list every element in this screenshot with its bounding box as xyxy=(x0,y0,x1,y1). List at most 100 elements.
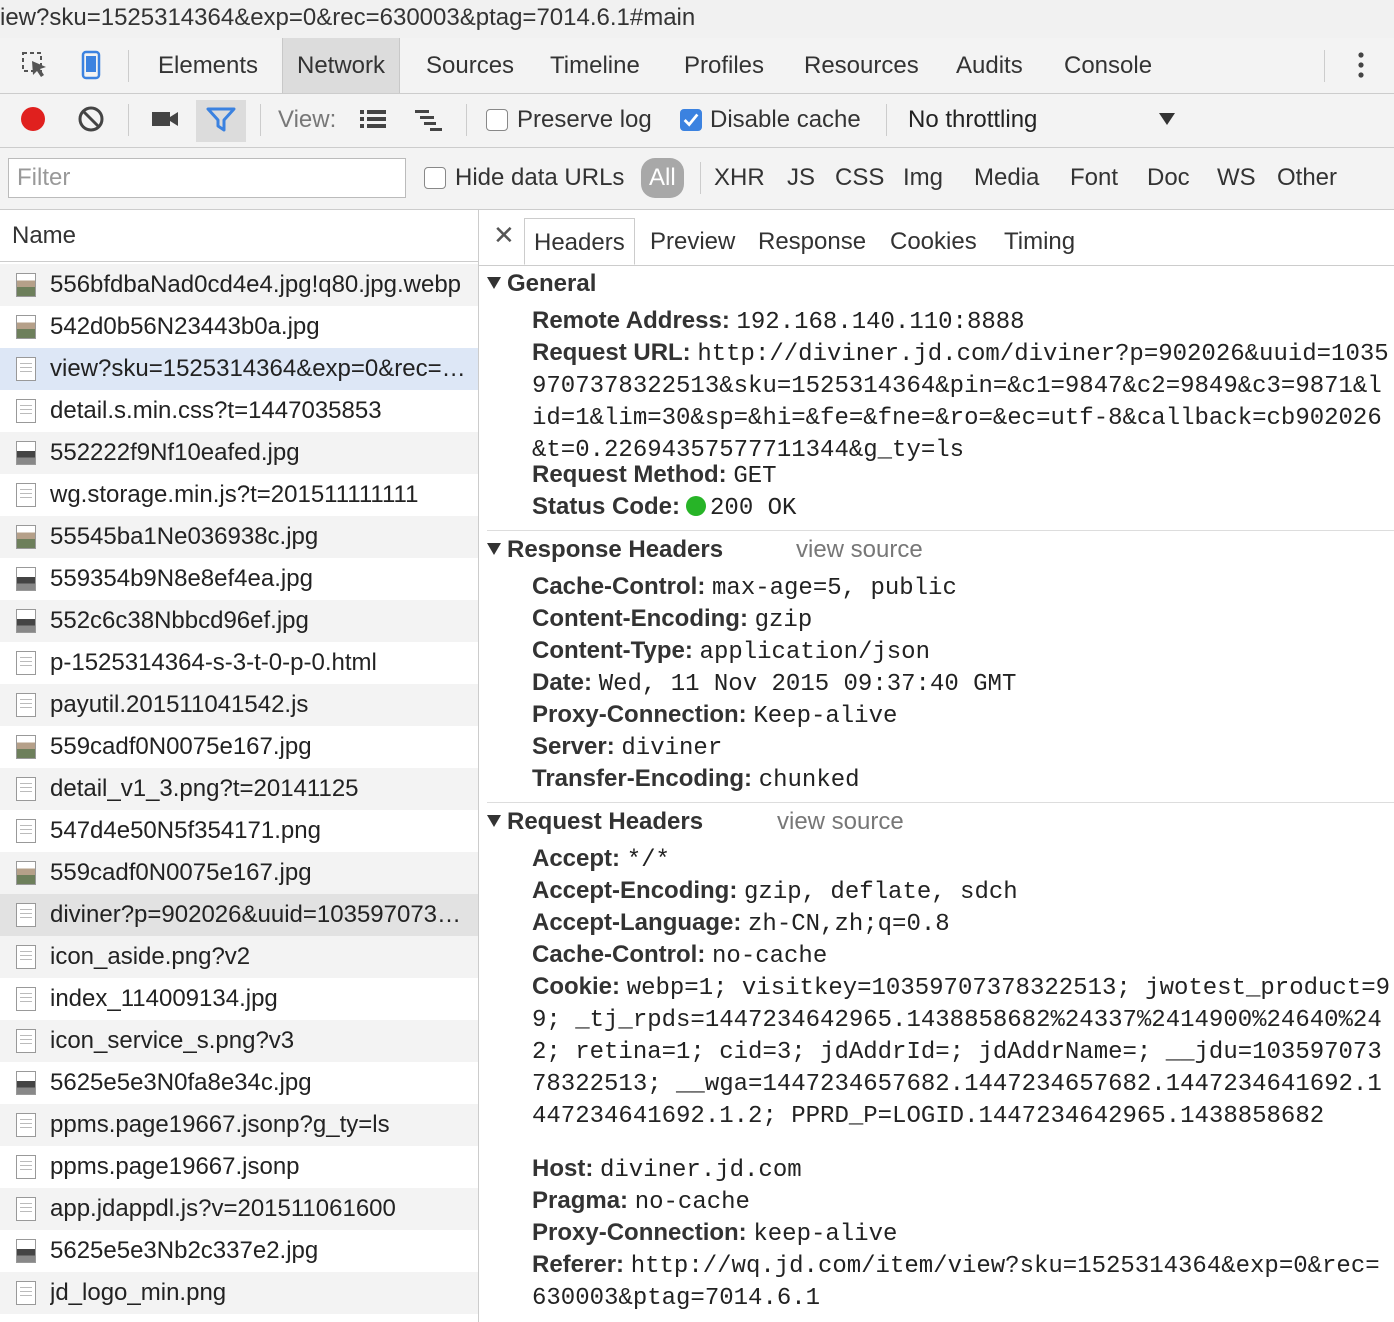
request-row[interactable]: 5625e5e3N0fa8e34c.jpg xyxy=(0,1062,478,1104)
large-rows-icon[interactable] xyxy=(358,104,388,134)
filter-type-other[interactable]: Other xyxy=(1277,148,1337,208)
capture-screenshots-icon[interactable] xyxy=(150,104,180,134)
request-name: 559cadf0N0075e167.jpg xyxy=(50,733,312,760)
image-file-icon xyxy=(16,1071,36,1095)
request-name: 542d0b56N23443b0a.jpg xyxy=(50,313,320,340)
request-name: 5625e5e3Nb2c337e2.jpg xyxy=(50,1237,319,1264)
request-row[interactable]: 552222f9Nf10eafed.jpg xyxy=(0,432,478,474)
throttling-select[interactable]: No throttling xyxy=(908,94,1037,146)
dropdown-arrow-icon[interactable] xyxy=(1158,112,1176,126)
request-row[interactable]: wg.storage.min.js?t=201511111111 xyxy=(0,474,478,516)
document-file-icon xyxy=(16,1197,36,1221)
header-key: Accept-Encoding: xyxy=(532,877,738,904)
record-icon[interactable] xyxy=(18,104,48,134)
request-name: 556bfdbaNad0cd4e4.jpg!q80.jpg.webp xyxy=(50,271,462,298)
filter-type-media[interactable]: Media xyxy=(974,148,1039,208)
inspect-element-icon[interactable] xyxy=(20,50,50,80)
disable-cache-checkbox[interactable] xyxy=(680,109,702,131)
request-row[interactable]: 55545ba1Ne036938c.jpg xyxy=(0,516,478,558)
request-row[interactable]: ppms.page19667.jsonp xyxy=(0,1146,478,1188)
request-row[interactable]: 547d4e50N5f354171.png xyxy=(0,810,478,852)
tab-timeline[interactable]: Timeline xyxy=(550,38,640,93)
response-view-source-link[interactable]: view source xyxy=(796,536,923,564)
request-row[interactable]: 559cadf0N0075e167.jpg xyxy=(0,726,478,768)
filter-type-img[interactable]: Img xyxy=(903,148,943,208)
filter-type-font[interactable]: Font xyxy=(1070,148,1118,208)
clear-icon[interactable] xyxy=(76,104,106,134)
request-row[interactable]: index_114009134.jpg xyxy=(0,978,478,1020)
device-mode-icon[interactable] xyxy=(76,50,106,80)
image-file-icon xyxy=(16,315,36,339)
header-value: 192.168.140.110:8888 xyxy=(736,309,1025,336)
request-row[interactable]: payutil.201511041542.js xyxy=(0,684,478,726)
request-row[interactable]: detail_v1_3.png?t=20141125 xyxy=(0,768,478,810)
header-value: 200 OK xyxy=(710,495,797,522)
request-name: 559cadf0N0075e167.jpg xyxy=(50,859,312,886)
request-row[interactable]: 559cadf0N0075e167.jpg xyxy=(0,852,478,894)
document-file-icon xyxy=(16,1281,36,1305)
request-row[interactable]: icon_service_s.png?v3 xyxy=(0,1020,478,1062)
request-view-source-link[interactable]: view source xyxy=(777,808,904,836)
request-row[interactable]: jd_logo_min.png xyxy=(0,1272,478,1314)
request-method-row: Request Method: GET xyxy=(532,460,1392,492)
tab-elements[interactable]: Elements xyxy=(158,38,258,93)
request-name: diviner?p=902026&uuid=10359707378322513 xyxy=(50,901,470,928)
request-row[interactable]: detail.s.min.css?t=1447035853 xyxy=(0,390,478,432)
general-section-toggle[interactable]: General xyxy=(487,270,596,298)
tab-audits[interactable]: Audits xyxy=(956,38,1023,93)
tab-cookies[interactable]: Cookies xyxy=(890,218,977,265)
more-options-icon[interactable] xyxy=(1346,50,1376,80)
section-divider xyxy=(487,530,1394,531)
filter-funnel-icon[interactable] xyxy=(206,104,236,134)
request-row[interactable]: 556bfdbaNad0cd4e4.jpg!q80.jpg.webp xyxy=(0,264,478,306)
header-row: Cache-Control: max-age=5, public xyxy=(532,572,1392,604)
request-name: view?sku=1525314364&exp=0&rec=630003 xyxy=(50,355,470,382)
document-file-icon xyxy=(16,1029,36,1053)
filter-type-doc[interactable]: Doc xyxy=(1147,148,1190,208)
tab-headers[interactable]: Headers xyxy=(524,218,635,265)
tab-response[interactable]: Response xyxy=(758,218,866,265)
header-key: Host: xyxy=(532,1155,594,1182)
image-file-icon xyxy=(16,735,36,759)
response-headers-section-toggle[interactable]: Response Headers xyxy=(487,536,723,564)
request-row[interactable]: 542d0b56N23443b0a.jpg xyxy=(0,306,478,348)
name-column-header[interactable]: Name xyxy=(0,210,478,262)
filter-type-xhr[interactable]: XHR xyxy=(714,148,765,208)
header-row: Date: Wed, 11 Nov 2015 09:37:40 GMT xyxy=(532,668,1392,700)
tab-profiles[interactable]: Profiles xyxy=(684,38,764,93)
request-row[interactable]: 552c6c38Nbbcd96ef.jpg xyxy=(0,600,478,642)
image-file-icon xyxy=(16,861,36,885)
request-headers-section-toggle[interactable]: Request Headers xyxy=(487,808,703,836)
tab-timing[interactable]: Timing xyxy=(1004,218,1075,265)
disable-cache-label[interactable]: Disable cache xyxy=(710,94,861,146)
request-name: detail.s.min.css?t=1447035853 xyxy=(50,397,382,424)
tab-sources[interactable]: Sources xyxy=(426,38,514,93)
preserve-log-label[interactable]: Preserve log xyxy=(517,94,652,146)
divider xyxy=(128,50,129,82)
response-headers-title: Response Headers xyxy=(507,536,724,563)
filter-input[interactable] xyxy=(8,158,406,198)
request-row[interactable]: ppms.page19667.jsonp?g_ty=ls xyxy=(0,1104,478,1146)
hide-data-urls-label[interactable]: Hide data URLs xyxy=(455,148,624,208)
request-row[interactable]: icon_aside.png?v2 xyxy=(0,936,478,978)
tab-resources[interactable]: Resources xyxy=(804,38,919,93)
filter-type-all[interactable]: All xyxy=(641,158,684,198)
hide-data-urls-checkbox[interactable] xyxy=(424,167,446,189)
filter-type-css[interactable]: CSS xyxy=(835,148,884,208)
filter-type-ws[interactable]: WS xyxy=(1217,148,1256,208)
filter-type-js[interactable]: JS xyxy=(787,148,815,208)
tab-network[interactable]: Network xyxy=(282,38,401,93)
tab-console[interactable]: Console xyxy=(1064,38,1152,93)
request-row[interactable]: 559354b9N8e8ef4ea.jpg xyxy=(0,558,478,600)
request-row[interactable]: app.jdappdl.js?v=201511061600 xyxy=(0,1188,478,1230)
preserve-log-checkbox[interactable] xyxy=(486,109,508,131)
overview-waterfall-icon[interactable] xyxy=(414,104,444,134)
request-row[interactable]: diviner?p=902026&uuid=10359707378322513 xyxy=(0,894,478,936)
request-row[interactable]: view?sku=1525314364&exp=0&rec=630003 xyxy=(0,348,478,390)
header-value: webp=1; visitkey=10359707378322513; jwot… xyxy=(532,975,1391,1130)
close-icon[interactable]: ✕ xyxy=(493,220,515,251)
page-url-strip: iew?sku=1525314364&exp=0&rec=630003&ptag… xyxy=(0,0,1394,38)
request-row[interactable]: 5625e5e3Nb2c337e2.jpg xyxy=(0,1230,478,1272)
request-row[interactable]: p-1525314364-s-3-t-0-p-0.html xyxy=(0,642,478,684)
tab-preview[interactable]: Preview xyxy=(650,218,735,265)
